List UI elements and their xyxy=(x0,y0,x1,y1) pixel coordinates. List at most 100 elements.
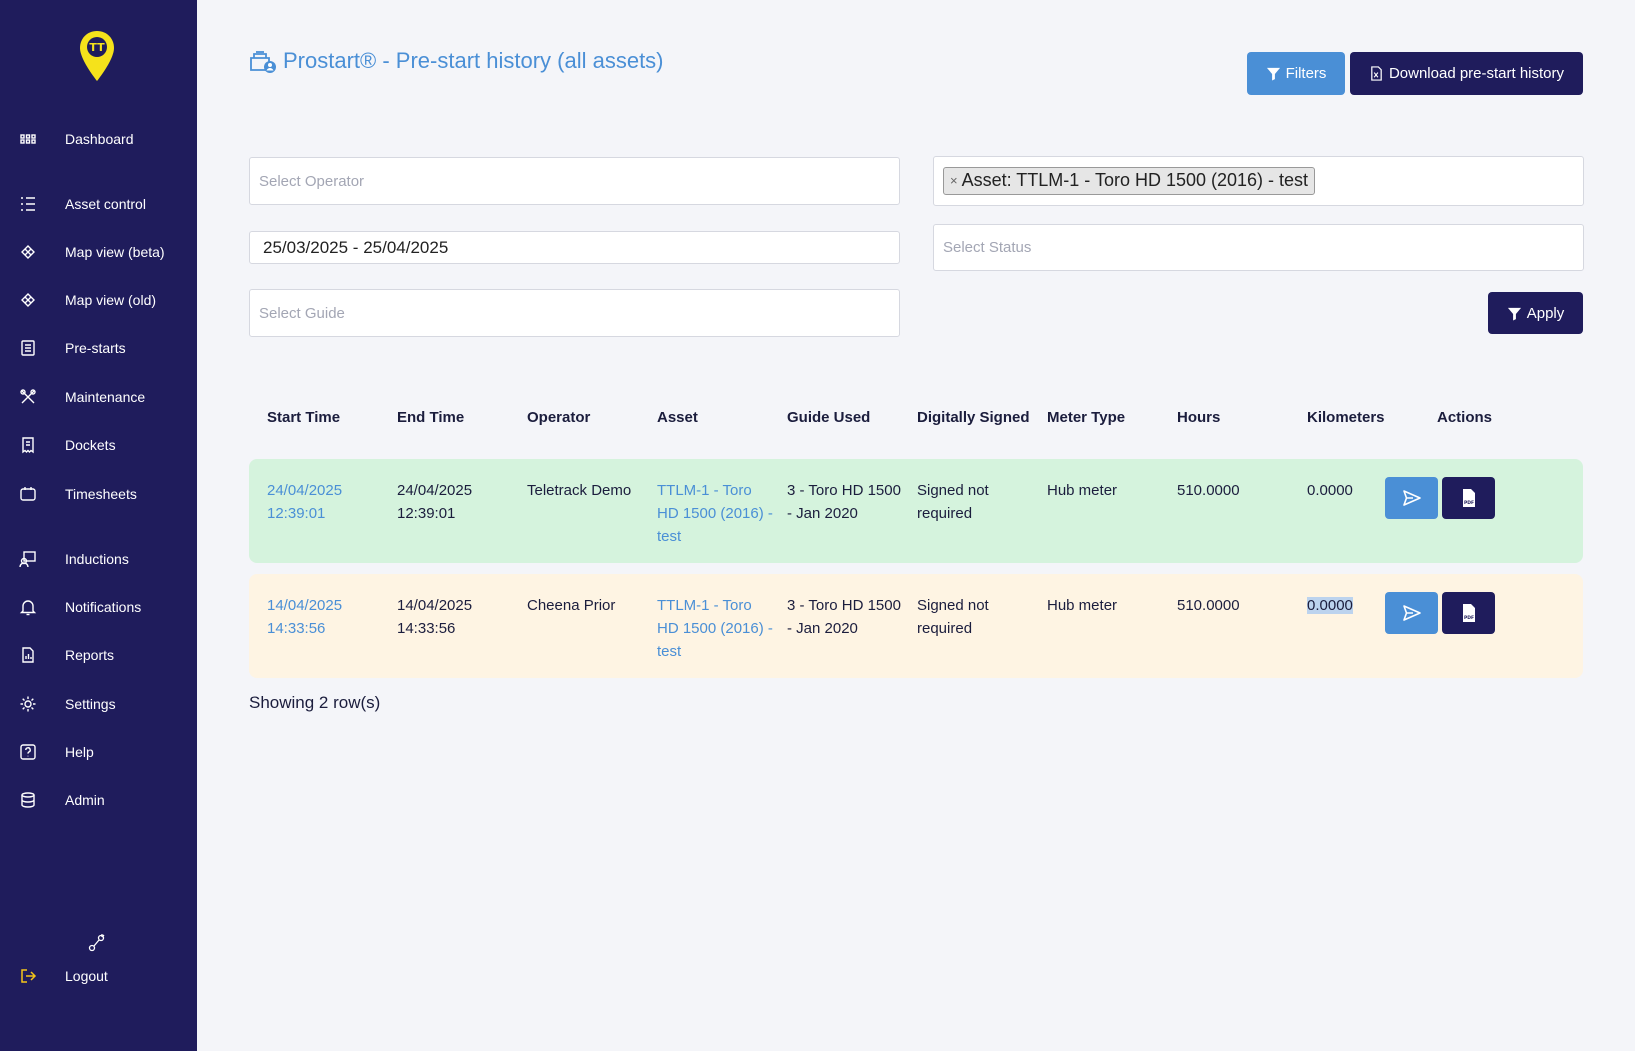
asset-link[interactable]: TTLM-1 - Toro HD 1500 (2016) - test xyxy=(657,594,775,663)
svg-text:PDF: PDF xyxy=(1463,500,1473,506)
status-placeholder: Select Status xyxy=(943,239,1032,256)
sidebar-item-asset-control[interactable]: Asset control xyxy=(0,186,197,222)
date-range-value: 25/03/2025 - 25/04/2025 xyxy=(263,237,449,257)
end-time: 14/04/2025 14:33:56 xyxy=(397,597,473,637)
filter-icon xyxy=(1266,67,1280,81)
column-header[interactable]: Hours xyxy=(1177,409,1220,426)
database-icon xyxy=(19,791,37,809)
sidebar-item-notifications[interactable]: Notifications xyxy=(0,589,197,625)
pdf-file-icon: PDF xyxy=(1462,489,1475,507)
report-icon xyxy=(19,646,37,664)
sidebar-item-label: Maintenance xyxy=(65,389,146,405)
map-icon xyxy=(19,291,37,309)
end-time: 24/04/2025 12:39:01 xyxy=(397,482,473,522)
sidebar: TT Dashboard Asset control Map view (bet… xyxy=(0,0,197,1051)
operator: Cheena Prior xyxy=(527,597,616,614)
operator: Teletrack Demo xyxy=(527,482,632,499)
list-icon xyxy=(19,195,37,213)
guide-select[interactable]: Select Guide xyxy=(249,289,900,337)
meter-type: Hub meter xyxy=(1047,482,1118,499)
send-icon xyxy=(1402,605,1421,621)
column-header[interactable]: Asset xyxy=(657,409,698,426)
checklist-icon xyxy=(19,339,37,357)
svg-text:TT: TT xyxy=(89,41,105,54)
column-header[interactable]: Kilometers xyxy=(1307,409,1385,426)
sidebar-item-reports[interactable]: Reports xyxy=(0,637,197,673)
guide-used: 3 - Toro HD 1500 - Jan 2020 xyxy=(787,597,901,637)
send-button[interactable] xyxy=(1385,592,1438,634)
table-row: 24/04/2025 12:39:01 24/04/2025 12:39:01 … xyxy=(249,459,1583,563)
sidebar-item-help[interactable]: Help xyxy=(0,734,197,770)
sidebar-item-label: Dockets xyxy=(65,437,116,453)
hours: 510.0000 xyxy=(1177,482,1240,499)
gear-icon xyxy=(19,695,37,713)
table-row: 14/04/2025 14:33:56 14/04/2025 14:33:56 … xyxy=(249,574,1583,678)
column-header[interactable]: End Time xyxy=(397,409,464,426)
start-time-link[interactable]: 24/04/2025 12:39:01 xyxy=(267,479,385,525)
status-select[interactable]: Select Status xyxy=(933,224,1584,271)
operator-select[interactable]: Select Operator xyxy=(249,157,900,205)
page-title: Prostart® - Pre-start history (all asset… xyxy=(249,48,664,74)
receipt-icon xyxy=(19,436,37,454)
pdf-file-icon: PDF xyxy=(1462,604,1475,622)
sidebar-item-admin[interactable]: Admin xyxy=(0,782,197,818)
sidebar-item-pre-starts[interactable]: Pre-starts xyxy=(0,330,197,366)
download-history-button[interactable]: Download pre-start history xyxy=(1350,52,1583,95)
excel-file-icon xyxy=(1371,66,1382,81)
logout-label: Logout xyxy=(65,968,108,984)
bell-icon xyxy=(19,598,37,616)
tools-icon xyxy=(19,388,37,406)
svg-text:PDF: PDF xyxy=(1463,615,1473,621)
column-header[interactable]: Start Time xyxy=(267,409,340,426)
map-icon xyxy=(19,243,37,261)
sidebar-item-dashboard[interactable]: Dashboard xyxy=(0,121,197,157)
sidebar-item-map-view-old[interactable]: Map view (old) xyxy=(0,282,197,318)
collapse-sidebar-icon[interactable] xyxy=(87,933,107,953)
sidebar-item-label: Admin xyxy=(65,792,105,808)
start-time-link[interactable]: 14/04/2025 14:33:56 xyxy=(267,594,385,640)
sidebar-item-label: Help xyxy=(65,744,94,760)
asset-link[interactable]: TTLM-1 - Toro HD 1500 (2016) - test xyxy=(657,479,775,548)
remove-tag-icon[interactable]: × xyxy=(950,173,958,188)
selected-text: 0.0000 xyxy=(1307,597,1353,614)
logout-button[interactable]: Logout xyxy=(0,958,197,994)
sidebar-item-map-view-beta[interactable]: Map view (beta) xyxy=(0,234,197,270)
logo-pin-icon[interactable]: TT xyxy=(78,30,116,82)
column-header[interactable]: Guide Used xyxy=(787,409,870,426)
sidebar-item-maintenance[interactable]: Maintenance xyxy=(0,379,197,415)
row-count: Showing 2 row(s) xyxy=(249,693,381,712)
pdf-download-button[interactable]: PDF xyxy=(1442,592,1495,634)
hours: 510.0000 xyxy=(1177,597,1240,614)
sidebar-item-settings[interactable]: Settings xyxy=(0,686,197,722)
send-button[interactable] xyxy=(1385,477,1438,519)
filters-button-label: Filters xyxy=(1285,65,1327,82)
sidebar-item-label: Asset control xyxy=(65,196,146,212)
induction-icon xyxy=(19,550,37,568)
operator-placeholder: Select Operator xyxy=(259,172,365,190)
main-content: Prostart® - Pre-start history (all asset… xyxy=(197,0,1635,1051)
pdf-download-button[interactable]: PDF xyxy=(1442,477,1495,519)
kilometers: 0.0000 xyxy=(1307,594,1353,617)
apply-button-label: Apply xyxy=(1526,304,1565,322)
apply-button[interactable]: Apply xyxy=(1488,292,1583,334)
column-header[interactable]: Digitally Signed xyxy=(917,409,1030,426)
sidebar-item-dockets[interactable]: Dockets xyxy=(0,427,197,463)
filters-button[interactable]: Filters xyxy=(1247,52,1345,95)
download-button-label: Download pre-start history xyxy=(1388,65,1565,82)
sidebar-item-timesheets[interactable]: Timesheets xyxy=(0,476,197,512)
date-range-input[interactable]: 25/03/2025 - 25/04/2025 xyxy=(249,231,900,264)
digitally-signed: Signed not required xyxy=(917,482,989,522)
sidebar-item-label: Reports xyxy=(65,647,115,663)
digitally-signed: Signed not required xyxy=(917,597,989,637)
vehicle-user-icon xyxy=(250,51,276,73)
guide-placeholder: Select Guide xyxy=(259,304,345,322)
sidebar-item-inductions[interactable]: Inductions xyxy=(0,541,197,577)
column-header[interactable]: Operator xyxy=(527,409,590,426)
sidebar-item-label: Inductions xyxy=(65,551,129,567)
column-header[interactable]: Meter Type xyxy=(1047,409,1125,426)
guide-used: 3 - Toro HD 1500 - Jan 2020 xyxy=(787,482,901,522)
asset-select[interactable]: × Asset: TTLM-1 - Toro HD 1500 (2016) - … xyxy=(933,156,1584,206)
filter-icon xyxy=(1507,307,1521,321)
help-icon xyxy=(19,743,37,761)
calendar-icon xyxy=(19,485,37,503)
